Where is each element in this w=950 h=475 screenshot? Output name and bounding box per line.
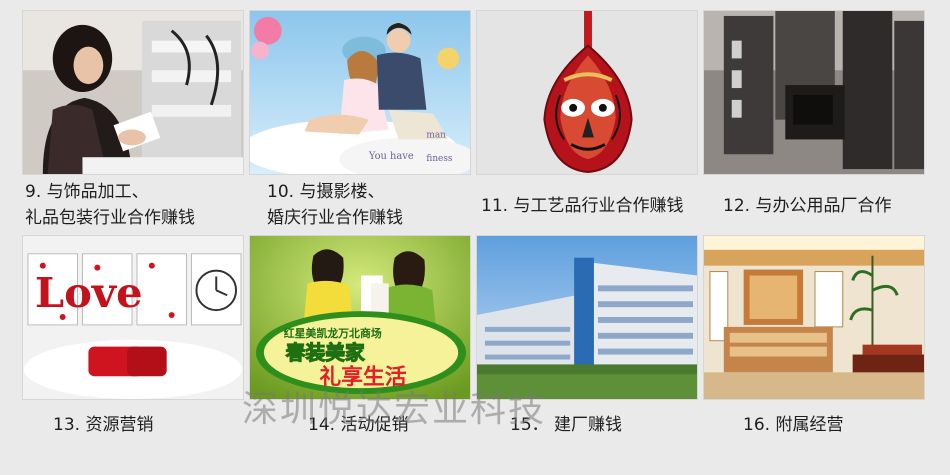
wedding-photo[interactable]: You have man finess <box>249 10 471 175</box>
item-12-line1: 与办公用品厂合作 <box>755 196 892 216</box>
item-9-number: 9. <box>25 182 42 202</box>
item-15-line1: 建厂赚钱 <box>554 415 623 435</box>
love-decor-photo[interactable]: Love <box>22 235 244 400</box>
item-10-line1: 与摄影楼、 <box>299 182 385 202</box>
company-watermark: 深圳悦达宏业科技 <box>242 389 547 430</box>
jewelry-workshop-photo[interactable] <box>22 10 244 175</box>
reception-interior-photo[interactable] <box>703 235 925 400</box>
item-12-caption: 12. 与办公用品厂合作 <box>723 193 891 219</box>
item-10-number: 10. <box>267 182 295 202</box>
poster-mall-name: 红星美凯龙万北商场 <box>284 326 382 340</box>
item-9-line1: 与饰品加工、 <box>46 182 149 202</box>
wedding-text-1: You have <box>368 151 414 162</box>
item-10-line2: 婚庆行业合作赚钱 <box>267 208 403 228</box>
item-16-number: 16. <box>743 415 771 435</box>
promotion-poster-photo[interactable]: 红星美凯龙万北商场 春装美家 礼享生活 <box>249 235 471 400</box>
love-text: Love <box>35 268 143 317</box>
poster-headline-1: 春装美家 <box>286 342 365 365</box>
item-12-number: 12. <box>723 196 751 216</box>
opera-mask-craft-photo[interactable] <box>476 10 698 175</box>
wedding-text-3: finess <box>426 154 453 164</box>
factory-building-photo[interactable] <box>476 235 698 400</box>
item-16-caption: 16. 附属经营 <box>743 412 843 438</box>
item-10-caption: 10. 与摄影楼、 婚庆行业合作赚钱 <box>267 179 403 231</box>
item-13-number: 13. <box>53 415 81 435</box>
product-grid: 9. 与饰品加工、 礼品包装行业合作赚钱 You have man finess… <box>0 0 950 475</box>
office-supplies-photo[interactable] <box>703 10 925 175</box>
item-11-caption: 11. 与工艺品行业合作赚钱 <box>481 193 683 219</box>
item-13-line1: 资源营销 <box>85 415 154 435</box>
item-9-line2: 礼品包装行业合作赚钱 <box>25 208 195 228</box>
item-16-line1: 附属经营 <box>775 415 844 435</box>
item-11-line1: 与工艺品行业合作赚钱 <box>513 196 684 216</box>
item-13-caption: 13. 资源营销 <box>53 412 153 438</box>
item-9-caption: 9. 与饰品加工、 礼品包装行业合作赚钱 <box>25 179 195 231</box>
item-11-number: 11. <box>481 196 509 216</box>
wedding-text-2: man <box>426 130 446 140</box>
